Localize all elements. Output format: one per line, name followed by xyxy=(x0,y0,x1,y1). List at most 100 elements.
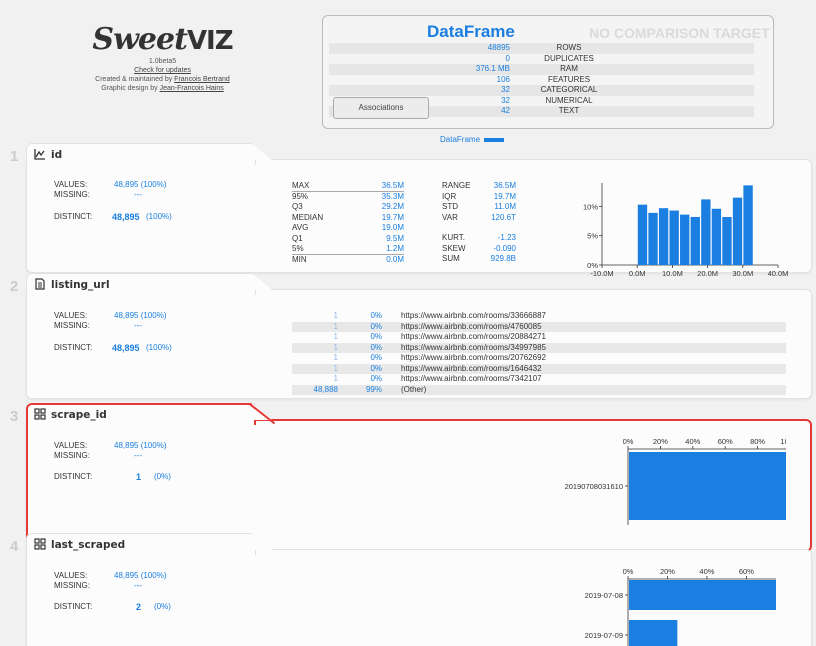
histogram-bar xyxy=(701,199,711,265)
x-tick-label: 20% xyxy=(660,567,675,576)
stat-key: 95% xyxy=(292,191,309,201)
feature-card-listing-url[interactable]: listing_url VALUES: 48,895 (100%) MISSIN… xyxy=(26,273,812,399)
stat-row: 95% 35.3M xyxy=(292,192,404,203)
stat-row: VAR 120.6T xyxy=(442,213,516,224)
dataframe-title: DataFrame xyxy=(427,22,515,41)
category-label: 20190708031610 xyxy=(565,482,623,491)
top-value-text: https://www.airbnb.com/rooms/7342107 xyxy=(401,374,542,383)
values-label: VALUES: xyxy=(54,311,88,320)
top-value-pct: 0% xyxy=(370,363,382,373)
designer-link[interactable]: Jean-Francois Hains xyxy=(160,85,224,92)
category-label: 2019-07-09 xyxy=(585,631,623,640)
x-tick-label: 80% xyxy=(750,437,765,446)
stat-key: Q3 xyxy=(292,202,303,211)
top-value-count: 1 xyxy=(333,353,338,362)
histogram-bar xyxy=(658,208,669,265)
feature-index: 2 xyxy=(10,278,19,295)
check-updates-link[interactable]: Check for updates xyxy=(134,67,191,74)
df-stat-label: ROWS xyxy=(556,43,582,52)
associations-button[interactable]: Associations xyxy=(333,97,429,119)
top-value-pct: 0% xyxy=(370,353,382,362)
x-tick-label: 20% xyxy=(653,437,668,446)
stat-key: Q1 xyxy=(292,233,303,243)
feature-card-id[interactable]: id VALUES: 48,895 (100%) MISSING: --- DI… xyxy=(26,143,812,278)
df-stat-value: 0 xyxy=(505,53,510,63)
df-stat-label: TEXT xyxy=(558,106,580,115)
stat-row: STD 11.0M xyxy=(442,202,516,213)
stat-key: KURT. xyxy=(442,233,465,242)
stat-key: VAR xyxy=(442,212,458,222)
histogram-bar xyxy=(690,216,700,265)
top-value-text: https://www.airbnb.com/rooms/1646432 xyxy=(401,363,542,373)
feature-name: scrape_id xyxy=(34,408,107,421)
author-link[interactable]: Francois Bertrand xyxy=(174,76,230,83)
distinct-count: 2 xyxy=(136,602,142,612)
top-value-pct: 0% xyxy=(370,332,382,341)
histogram-bar xyxy=(680,214,690,265)
df-stat-row: 0 DUPLICATES xyxy=(329,54,754,65)
stat-row: IQR 19.7M xyxy=(442,192,516,203)
values-count: 48,895 (100%) xyxy=(114,180,167,189)
top-value-count: 1 xyxy=(333,363,338,373)
values-label: VALUES: xyxy=(54,571,88,580)
values-count: 48,895 (100%) xyxy=(114,571,167,580)
histogram-bar xyxy=(743,185,753,265)
values-count: 48,895 (100%) xyxy=(114,311,167,320)
missing-count: --- xyxy=(134,581,142,590)
stat-value: 120.6T xyxy=(491,212,516,222)
feature-card-scrape-id[interactable]: scrape_id VALUES: 48,895 (100%) MISSING:… xyxy=(26,403,812,552)
stat-row: MEDIAN 19.7M xyxy=(292,213,404,224)
stat-value: 929.8B xyxy=(490,254,516,263)
top-value-pct: 99% xyxy=(365,384,382,394)
top-value-count: 1 xyxy=(333,332,338,341)
x-tick-label: 60% xyxy=(739,567,754,576)
stat-value: 9.5M xyxy=(386,233,404,243)
top-values-table: 1 0% https://www.airbnb.com/rooms/33666887… xyxy=(292,311,786,395)
quantile-stats: MAX 36.5M 95% 35.3M Q3 29.2M MEDIAN 19.7M AVG 19.… xyxy=(292,181,404,265)
values-label: VALUES: xyxy=(54,441,88,450)
stat-key: MAX xyxy=(292,181,310,190)
stat-key: AVG xyxy=(292,223,309,232)
stat-value: 19.0M xyxy=(381,223,404,232)
df-stat-value: 376.1 MB xyxy=(475,64,510,73)
histogram-bar xyxy=(648,212,658,265)
bar-chart-last-scraped: 0% 20% 40% 60% 2019-07-08 2019-07-09 xyxy=(585,567,777,646)
stat-row: MAX 36.5M xyxy=(292,181,404,192)
top-value-text: https://www.airbnb.com/rooms/33666887 xyxy=(401,311,546,320)
dataframe-summary: DataFrame NO COMPARISON TARGET 48895 ROWS… xyxy=(322,15,774,129)
top-value-row: 1 0% https://www.airbnb.com/rooms/7342107 xyxy=(292,374,786,385)
stat-row: Q3 29.2M xyxy=(292,202,404,213)
missing-label: MISSING: xyxy=(54,451,91,460)
top-value-row: 1 0% https://www.airbnb.com/rooms/20884271 xyxy=(292,332,786,343)
feature-index: 1 xyxy=(10,148,19,165)
stat-row: AVG 19.0M xyxy=(292,223,404,234)
feature-name: id xyxy=(34,148,62,161)
df-stat-label: DUPLICATES xyxy=(544,53,594,63)
df-stat-value: 32 xyxy=(501,85,510,94)
df-stat-value: 32 xyxy=(501,95,510,105)
x-tick-label: 40% xyxy=(699,567,714,576)
stat-value: 19.7M xyxy=(493,191,516,201)
feature-card-last-scraped[interactable]: last_scraped VALUES: 48,895 (100%) MISSI… xyxy=(26,533,812,646)
stat-key: MIN xyxy=(292,254,307,264)
sweetviz-logo: SweetVIZ xyxy=(92,22,233,57)
top-value-text: (Other) xyxy=(401,384,427,394)
category-bar xyxy=(629,580,777,610)
top-value-pct: 0% xyxy=(370,374,382,383)
stat-key: 5% xyxy=(292,244,304,253)
version-text: 1.0beta5 xyxy=(148,58,177,65)
stat-row: MIN 0.0M xyxy=(292,255,404,266)
distinct-pct: (0%) xyxy=(154,602,171,611)
top-value-text: https://www.airbnb.com/rooms/4760085 xyxy=(401,321,542,331)
values-label: VALUES: xyxy=(54,180,88,189)
distinct-count: 1 xyxy=(136,472,142,482)
category-bar xyxy=(629,452,786,520)
sweetviz-logo-block: SweetVIZ 1.0beta5 Check for updates Crea… xyxy=(80,24,245,93)
distinct-pct: (100%) xyxy=(146,343,172,352)
distinct-label: DISTINCT: xyxy=(54,602,93,611)
legend-swatch xyxy=(484,137,505,142)
stat-value: 29.2M xyxy=(381,202,404,211)
distinct-pct: (100%) xyxy=(146,212,172,221)
stat-value: -1.23 xyxy=(497,233,516,242)
feature-name: last_scraped xyxy=(34,538,125,551)
